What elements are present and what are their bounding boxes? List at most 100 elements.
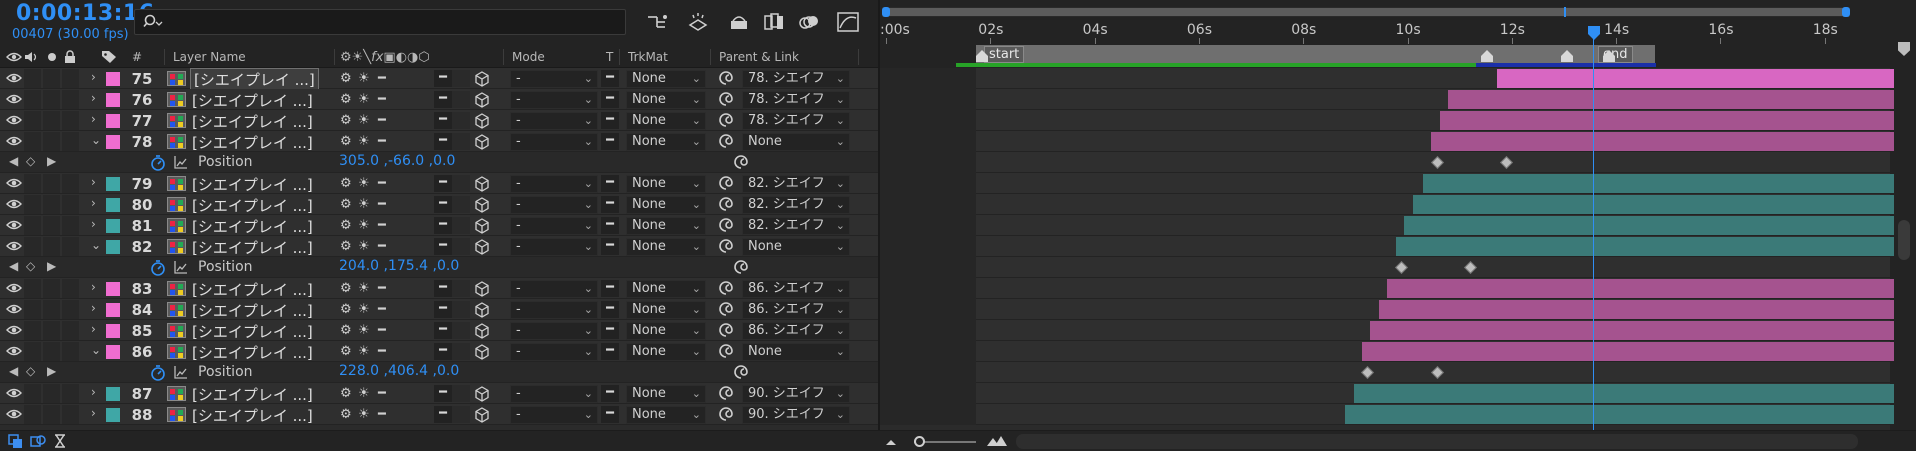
label-color-swatch[interactable] [106,135,120,149]
3d-layer-icon[interactable] [474,281,490,297]
layer-name[interactable]: [シエイプレイ ...] [192,216,313,237]
eye-visibility-icon[interactable] [6,345,22,357]
solo-toggle[interactable] [43,300,60,319]
layer-row[interactable]: › 83 [シエイプレイ ...] ⚙ ☀ ━ ━ - ⌄ ━ None ⌄ 86.… [0,278,878,299]
solo-toggle[interactable] [43,174,60,193]
layer-track[interactable] [880,278,1894,299]
motion-blur-switch[interactable] [452,112,470,129]
label-color-swatch[interactable] [106,345,120,359]
eye-visibility-icon[interactable] [6,219,22,231]
collapse-switch-icon[interactable]: ☀ [358,323,370,338]
eye-visibility-icon[interactable] [6,114,22,126]
layer-row[interactable]: › 81 [シエイプレイ ...] ⚙ ☀ ━ ━ - ⌄ ━ None ⌄ 82.… [0,215,878,236]
blend-mode-dropdown[interactable]: - ⌄ [510,343,598,361]
preserve-transparency-toggle[interactable]: ━ [601,112,619,129]
shy-switch-icon[interactable]: ⚙ [340,302,352,317]
twirl-chevron-icon[interactable]: › [91,196,96,210]
graph-icon[interactable] [174,155,188,169]
3d-layer-icon[interactable] [474,302,490,318]
layer-track[interactable] [880,194,1894,215]
layer-row[interactable]: › 79 [シエイプレイ ...] ⚙ ☀ ━ ━ - ⌄ ━ None ⌄ 82.… [0,173,878,194]
track-matte-dropdown[interactable]: None ⌄ [626,133,706,151]
shy-switch-icon[interactable]: ⚙ [340,71,352,86]
3d-layer-icon[interactable] [474,71,490,87]
adjustment-switch[interactable]: ━ [434,91,452,108]
adjustment-switch[interactable]: ━ [434,217,452,234]
preserve-transparency-toggle[interactable]: ━ [601,280,619,297]
add-keyframe-icon[interactable]: ◇ [26,259,35,273]
lock-toggle[interactable] [62,237,79,256]
lock-toggle[interactable] [62,384,79,403]
layer-row[interactable]: ⌄ 78 [シエイプレイ ...] ⚙ ☀ ━ ━ - ⌄ ━ None ⌄ Non… [0,131,878,152]
layer-track[interactable] [880,236,1894,257]
label-color-swatch[interactable] [106,177,120,191]
frame-blending-icon[interactable] [762,11,786,33]
keyframe-diamond[interactable] [1464,261,1477,274]
layer-name[interactable]: [シエイプレイ ...] [192,174,313,195]
layer-row[interactable]: ⌄ 86 [シエイプレイ ...] ⚙ ☀ ━ ━ - ⌄ ━ None ⌄ Non… [0,341,878,362]
parent-dropdown[interactable]: 78. シエイフ ⌄ [742,70,850,88]
current-time-indicator-handle[interactable] [1587,26,1601,40]
keyframe-diamond[interactable] [1431,156,1444,169]
motion-blur-switch[interactable] [452,343,470,360]
layer-track[interactable] [880,173,1894,194]
video-switch-header-icon[interactable] [6,51,22,63]
eye-visibility-icon[interactable] [6,72,22,84]
quality-switch-icon[interactable]: ━ [378,407,386,422]
audio-toggle[interactable] [24,321,41,340]
prev-keyframe-icon[interactable]: ◀ [9,364,18,378]
track-matte-dropdown[interactable]: None ⌄ [626,112,706,130]
time-navigator[interactable] [882,7,1850,17]
layer-duration-bar[interactable] [1379,300,1894,319]
3d-layer-icon[interactable] [474,239,490,255]
parent-pickwhip-icon[interactable] [718,217,734,237]
layer-name[interactable]: [シエイプレイ ...] [192,321,313,342]
layer-row[interactable]: › 75 [シエイプレイ ...] ⚙ ☀ ━ ━ - ⌄ ━ None ⌄ 78.… [0,68,878,91]
parent-dropdown[interactable]: 82. シエイフ ⌄ [742,217,850,235]
3d-layer-icon[interactable] [474,323,490,339]
track-matte-dropdown[interactable]: None ⌄ [626,217,706,235]
eye-visibility-icon[interactable] [6,408,22,420]
collapse-switch-icon[interactable]: ☀ [358,176,370,191]
parent-dropdown[interactable]: 86. シエイフ ⌄ [742,301,850,319]
twirl-chevron-icon[interactable]: › [91,112,96,126]
collapse-switch-icon[interactable]: ☀ [358,386,370,401]
eye-visibility-icon[interactable] [6,93,22,105]
collapse-switch-icon[interactable]: ☀ [358,407,370,422]
parent-pickwhip-icon[interactable] [718,91,734,111]
shy-switch-icon[interactable]: ⚙ [340,407,352,422]
lock-header-icon[interactable] [64,50,76,64]
expression-pickwhip-icon[interactable] [733,259,749,279]
shy-layers-icon[interactable] [727,11,751,33]
preserve-transparency-toggle[interactable]: ━ [601,301,619,318]
label-color-swatch[interactable] [106,408,120,422]
parent-pickwhip-icon[interactable] [718,112,734,132]
adjustment-switch[interactable]: ━ [434,406,452,423]
parent-dropdown[interactable]: 78. シエイフ ⌄ [742,112,850,130]
track-matte-dropdown[interactable]: None ⌄ [626,322,706,340]
solo-header-icon[interactable] [47,52,57,62]
parent-dropdown[interactable]: None ⌄ [742,133,850,151]
quality-switch-icon[interactable]: ━ [378,134,386,149]
twirl-chevron-icon[interactable]: › [91,217,96,231]
keyframe-diamond[interactable] [1395,261,1408,274]
layer-duration-bar[interactable] [1354,384,1894,403]
graph-icon[interactable] [174,365,188,379]
twirl-chevron-icon[interactable]: ⌄ [91,343,101,357]
track-matte-dropdown[interactable]: None ⌄ [626,343,706,361]
preserve-transparency-toggle[interactable]: ━ [601,238,619,255]
3d-layer-icon[interactable] [474,344,490,360]
layer-track[interactable] [880,383,1894,404]
zoom-slider-thumb[interactable] [914,436,925,447]
parent-dropdown[interactable]: 86. シエイフ ⌄ [742,322,850,340]
solo-toggle[interactable] [43,237,60,256]
twirl-chevron-icon[interactable]: › [91,280,96,294]
property-track[interactable] [880,257,1890,278]
audio-toggle[interactable] [24,174,41,193]
preserve-transparency-toggle[interactable]: ━ [601,406,619,423]
next-keyframe-icon[interactable]: ▶ [47,364,56,378]
layer-name[interactable]: [シエイプレイ ...] [192,342,313,363]
preserve-transparency-toggle[interactable]: ━ [601,91,619,108]
parent-pickwhip-icon[interactable] [718,385,734,405]
collapse-switch-icon[interactable]: ☀ [358,113,370,128]
